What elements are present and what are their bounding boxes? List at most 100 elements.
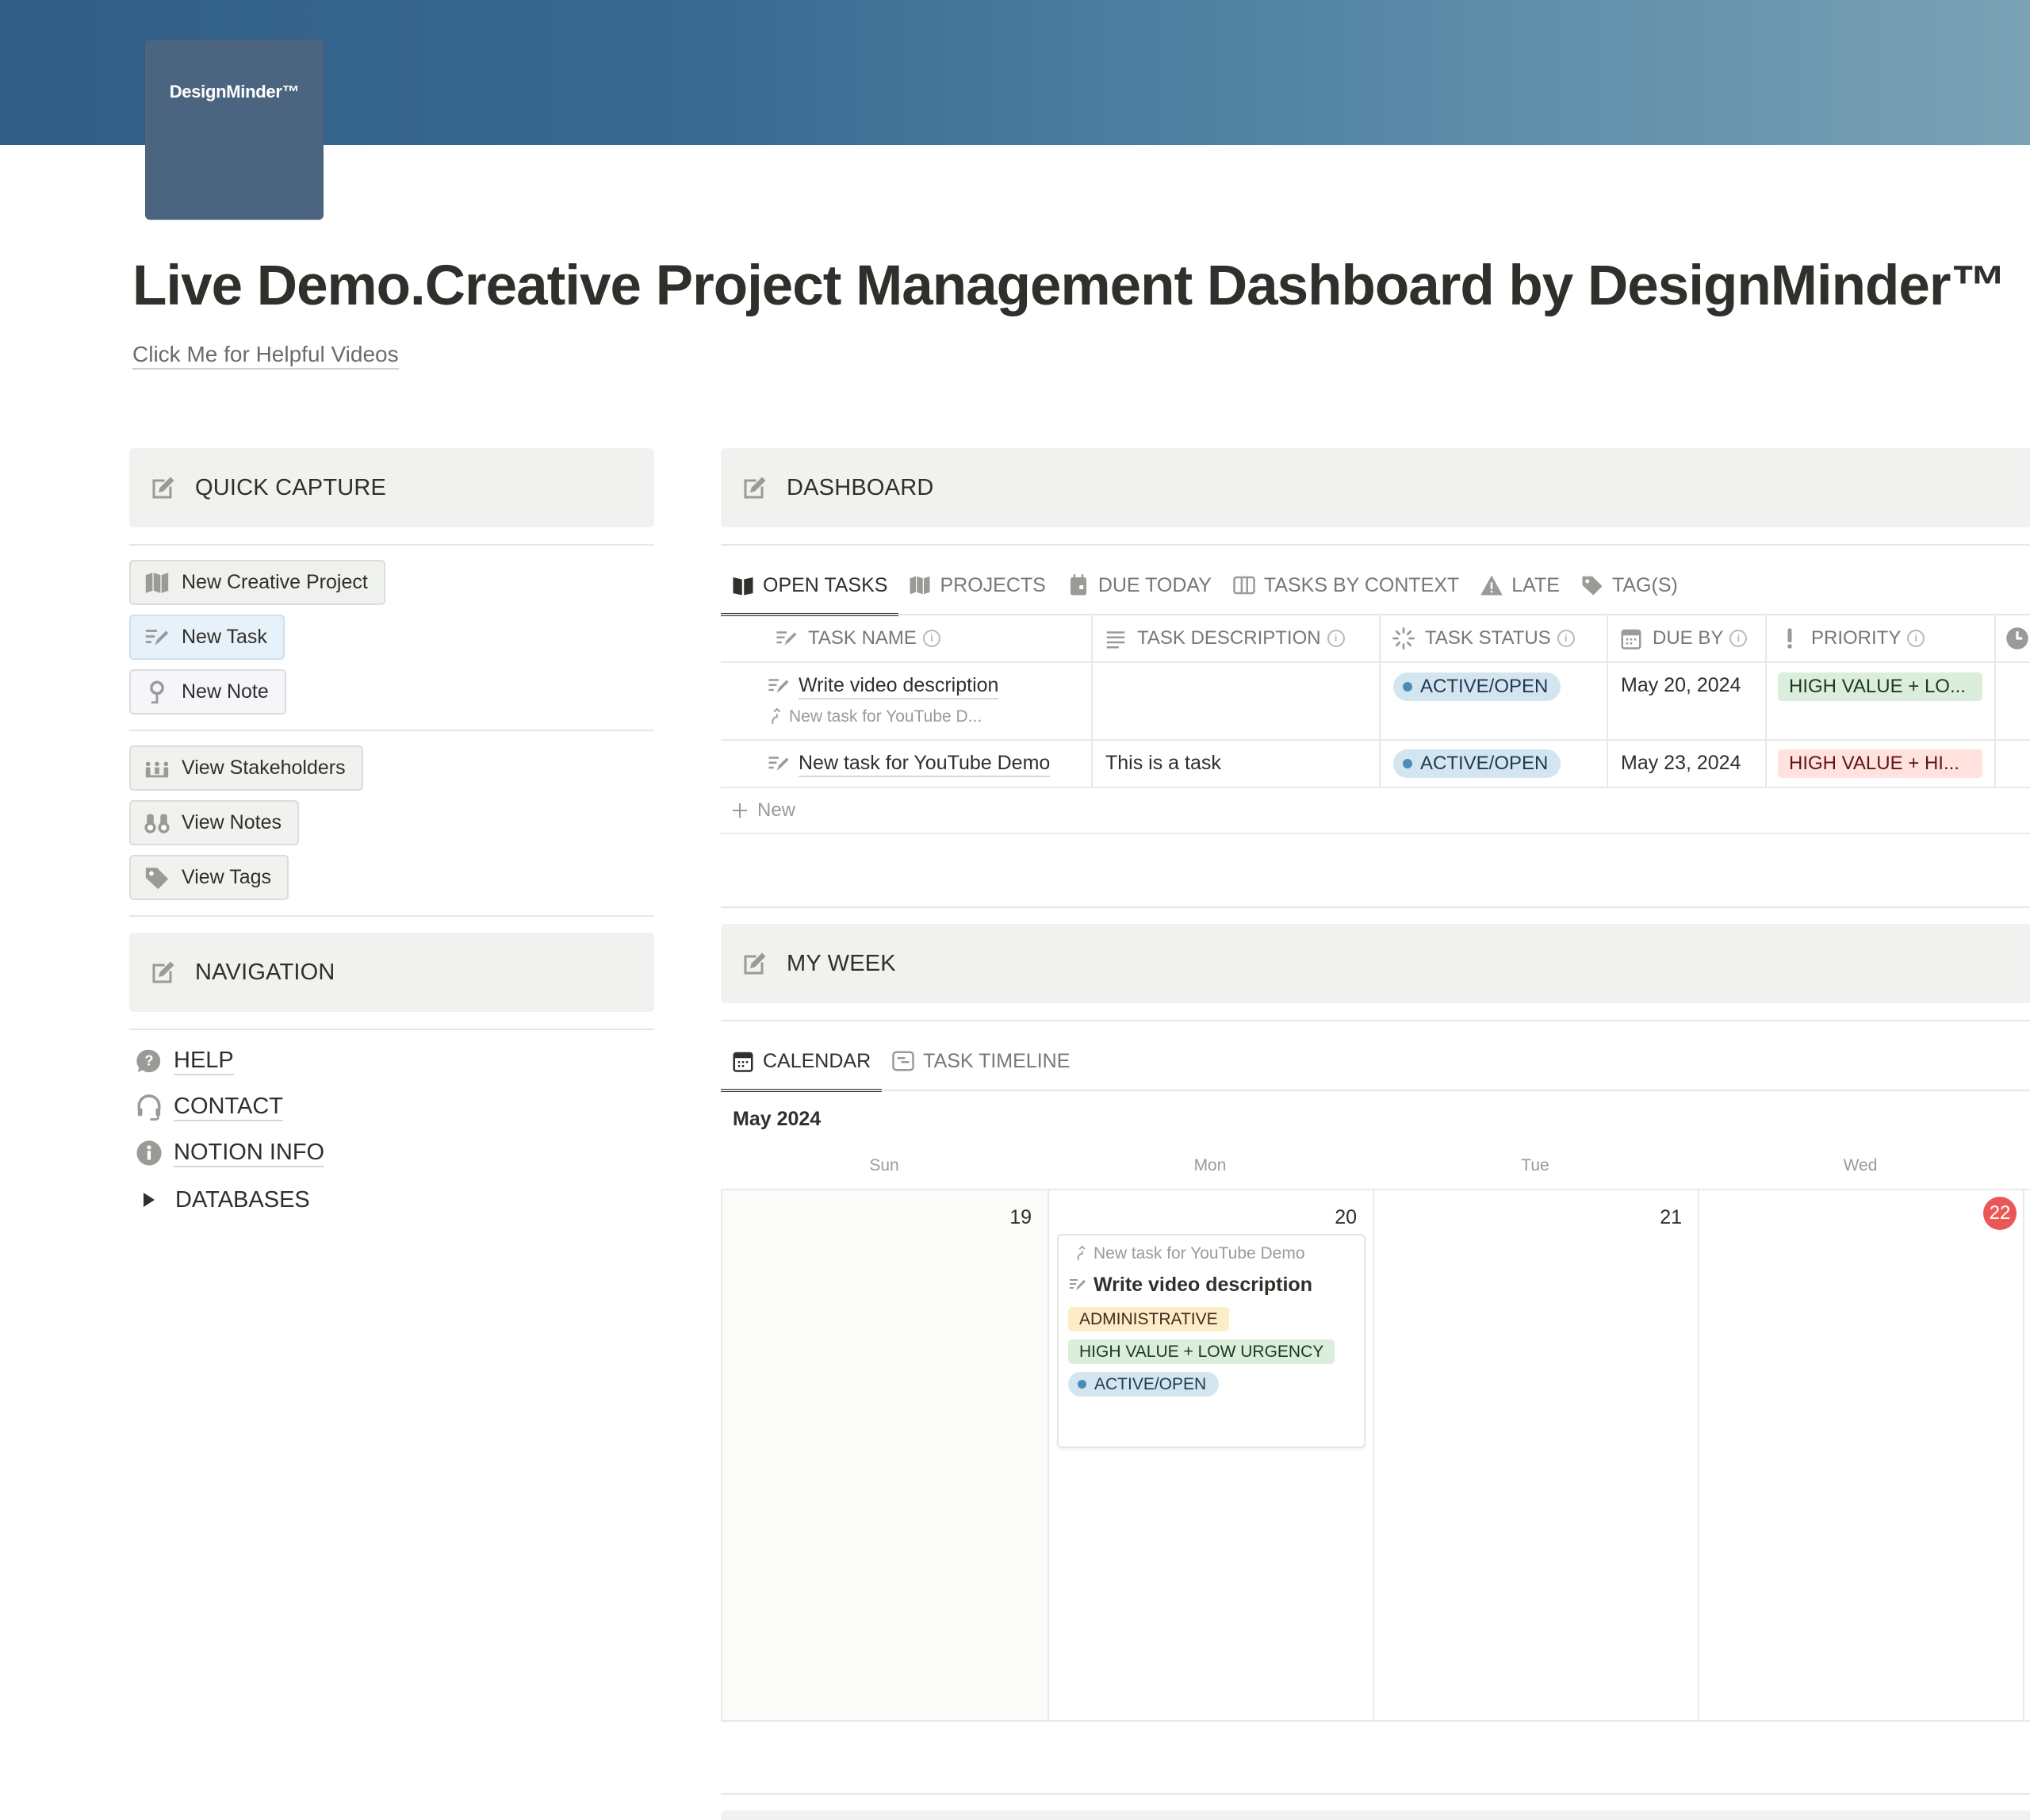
task-pencil-icon [767, 752, 791, 776]
calendar-day-cell[interactable] [2023, 1190, 2030, 1720]
next-section-header [721, 1810, 2030, 1820]
calendar-day-cell[interactable]: 21 [1373, 1190, 1698, 1720]
task-name-cell[interactable]: New task for YouTube Demo [721, 741, 1091, 787]
calendar-event-card[interactable]: New task for YouTube Demo Write video de… [1057, 1234, 1365, 1448]
tab-label: PROJECTS [940, 573, 1046, 596]
view-stakeholders-button[interactable]: View Stakeholders [129, 745, 363, 791]
tab-tasks-by-context[interactable]: TASKS BY CONTEXT [1232, 565, 1459, 605]
parent-task-label[interactable]: New task for YouTube D... [789, 707, 982, 726]
navigation-header: NAVIGATION [129, 933, 654, 1012]
info-icon[interactable]: i [1907, 629, 1925, 647]
status-cell[interactable]: ACTIVE/OPEN [1379, 741, 1607, 787]
column-header-description[interactable]: TASK DESCRIPTION i [1091, 615, 1379, 661]
note-pin-icon [144, 679, 170, 706]
info-icon[interactable]: i [1729, 629, 1748, 647]
status-dot-icon [1403, 759, 1412, 768]
headset-icon [136, 1094, 163, 1121]
column-label: TASK DESCRIPTION [1137, 626, 1321, 649]
column-header-status[interactable]: TASK STATUS i [1379, 615, 1607, 661]
button-label: View Notes [182, 811, 282, 833]
view-tags-button[interactable]: View Tags [129, 855, 289, 900]
tab-label: CALENDAR [763, 1049, 871, 1072]
tab-projects[interactable]: PROJECTS [908, 565, 1046, 605]
logo-text: DesignMinder™ [169, 81, 300, 102]
tab-open-tasks[interactable]: OPEN TASKS [720, 565, 899, 616]
tag-icon [1580, 573, 1604, 597]
column-header-more[interactable] [1994, 615, 2030, 661]
timeline-icon [891, 1049, 915, 1073]
new-creative-project-button[interactable]: New Creative Project [129, 560, 385, 605]
day-name-sun: Sun [869, 1156, 899, 1174]
nav-item-label[interactable]: NOTION INFO [174, 1139, 325, 1167]
task-name-link[interactable]: New task for YouTube Demo [799, 750, 1051, 777]
tab-label: TAG(S) [1611, 573, 1678, 596]
table-row[interactable]: Write video description New task for You… [721, 663, 2030, 741]
new-row-button[interactable]: New [721, 788, 2030, 834]
book-icon [731, 573, 755, 597]
column-header-task-name[interactable]: TASK NAME i [721, 615, 1091, 661]
edit-icon [149, 473, 178, 502]
helpful-videos-link[interactable]: Click Me for Helpful Videos [132, 341, 399, 370]
nav-item-label[interactable]: CONTACT [174, 1093, 284, 1121]
priority-cell[interactable]: HIGH VALUE + HI... [1765, 741, 1994, 787]
nav-item-label[interactable]: HELP [174, 1047, 234, 1075]
calendar-day-icon [1067, 573, 1090, 597]
priority-cell[interactable]: HIGH VALUE + LO... [1765, 663, 1994, 739]
text-lines-icon [1104, 626, 1128, 650]
my-week-title: MY WEEK [787, 950, 896, 976]
due-by-cell[interactable]: May 23, 2024 [1607, 741, 1765, 787]
status-badge: ACTIVE/OPEN [1068, 1372, 1220, 1397]
description-cell[interactable] [1091, 663, 1379, 739]
status-cell[interactable]: ACTIVE/OPEN [1379, 663, 1607, 739]
event-title: Write video description [1094, 1273, 1312, 1296]
nav-item-notion-info[interactable]: NOTION INFO [129, 1139, 325, 1167]
info-icon[interactable]: i [922, 629, 940, 647]
exclamation-icon [1778, 626, 1802, 650]
info-icon[interactable]: i [1327, 629, 1345, 647]
view-notes-button[interactable]: View Notes [129, 800, 299, 845]
task-pencil-icon [775, 626, 799, 650]
due-date: May 20, 2024 [1621, 674, 1741, 696]
calendar-icon [1619, 626, 1643, 650]
task-name-cell[interactable]: Write video description New task for You… [721, 663, 1091, 739]
quick-capture-header: QUICK CAPTURE [129, 448, 654, 527]
column-header-priority[interactable]: PRIORITY i [1765, 615, 1994, 661]
task-pencil-icon [767, 674, 791, 698]
calendar-day-cell[interactable]: 19 [721, 1190, 1048, 1720]
status-badge: ACTIVE/OPEN [1393, 749, 1561, 778]
columns-icon [1232, 573, 1256, 597]
tab-task-timeline[interactable]: TASK TIMELINE [891, 1041, 1070, 1081]
nav-item-contact[interactable]: CONTACT [129, 1093, 284, 1121]
new-task-button[interactable]: New Task [129, 615, 285, 660]
calendar-week-grid: 19 20 21 22 [721, 1189, 2030, 1722]
column-header-due-by[interactable]: DUE BY i [1607, 615, 1765, 661]
tag-icon [144, 864, 170, 891]
tab-label: TASKS BY CONTEXT [1263, 573, 1460, 596]
divider [129, 544, 654, 546]
extra-cell[interactable] [1994, 741, 2030, 787]
tab-tags[interactable]: TAG(S) [1580, 565, 1678, 605]
table-row[interactable]: New task for YouTube Demo This is a task… [721, 741, 2030, 788]
status-label: ACTIVE/OPEN [1094, 1374, 1207, 1393]
divider [721, 1020, 2030, 1021]
calendar-day-cell-today[interactable]: 22 [1698, 1190, 2023, 1720]
task-name-link[interactable]: Write video description [799, 672, 999, 699]
binoculars-icon [144, 810, 170, 837]
status-label: ACTIVE/OPEN [1420, 753, 1549, 774]
info-icon[interactable]: i [1557, 629, 1575, 647]
new-note-button[interactable]: New Note [129, 669, 286, 715]
edit-icon [741, 473, 769, 502]
status-spinner-icon [1392, 626, 1415, 650]
due-by-cell[interactable]: May 20, 2024 [1607, 663, 1765, 739]
nav-toggle-databases[interactable]: DATABASES [129, 1186, 310, 1213]
nav-item-label[interactable]: DATABASES [175, 1186, 310, 1213]
description-cell[interactable]: This is a task [1091, 741, 1379, 787]
tab-calendar[interactable]: CALENDAR [720, 1041, 883, 1092]
tab-late[interactable]: LATE [1480, 565, 1560, 605]
extra-cell[interactable] [1994, 663, 2030, 739]
nav-item-help[interactable]: HELP [129, 1047, 234, 1075]
tab-due-today[interactable]: DUE TODAY [1067, 565, 1212, 605]
button-label: New Task [182, 626, 267, 648]
map-icon [144, 569, 170, 596]
triangle-right-icon[interactable] [144, 1193, 155, 1207]
